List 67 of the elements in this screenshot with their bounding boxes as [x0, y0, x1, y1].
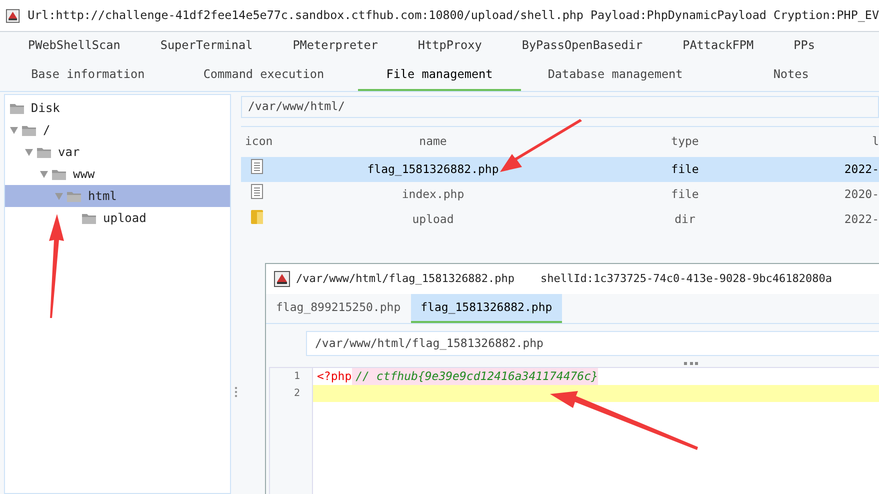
line-number: 1: [292, 370, 301, 384]
code-keyword: <?php: [317, 368, 352, 385]
column-header[interactable]: name: [301, 133, 565, 151]
plugin-tab[interactable]: PMeterpreter: [292, 37, 378, 55]
file-icon: [251, 159, 263, 174]
file-icon: [251, 184, 263, 200]
tree-item[interactable]: var: [5, 141, 230, 163]
tree-label: upload: [103, 210, 146, 227]
window-title: Url:http://challenge-41df2fee14e5e77c.sandbox.ctfhub.com:10800/upload/shell.php Payload:PhpDynamicPayload Cryption:PHP_EV: [28, 6, 879, 24]
path-field[interactable]: /var/www/html/: [241, 96, 879, 118]
table-cell-text: dir: [674, 210, 696, 228]
main-tab[interactable]: File management: [358, 60, 522, 91]
folder-icon: [9, 101, 25, 115]
plugin-tab[interactable]: PPs: [794, 37, 815, 55]
table-cell-text: 2022-: [843, 210, 879, 228]
table-cell-text: upload: [411, 210, 455, 228]
main-tab[interactable]: Notes: [709, 60, 873, 91]
ellipsis-icon[interactable]: [684, 362, 698, 366]
caret-icon[interactable]: [24, 147, 34, 157]
tree-label: var: [58, 144, 80, 161]
folder-icon: [81, 211, 97, 225]
table-cell-text: file: [670, 186, 700, 203]
shell-id: shellId:1c373725-74c0-413e-9028-9bc46182080a: [540, 270, 832, 287]
plugin-tab[interactable]: PWebShellScan: [28, 37, 120, 55]
tree-label: Disk: [31, 100, 60, 117]
folder-icon: [36, 145, 52, 159]
main-tab[interactable]: Database management: [533, 60, 698, 91]
column-header[interactable]: type: [565, 133, 805, 151]
plugin-tab[interactable]: SuperTerminal: [160, 37, 253, 55]
caret-icon[interactable]: [9, 125, 19, 135]
app-icon: [274, 271, 290, 287]
table-cell-text: 2020-: [843, 186, 879, 203]
editor-title: /var/www/html/flag_1581326882.php: [296, 270, 515, 287]
editor-tab[interactable]: flag_1581326882.php: [410, 294, 562, 323]
tree-label: www: [73, 166, 95, 183]
tree-item[interactable]: upload: [5, 207, 230, 229]
table-row[interactable]: index.php file 2020-: [241, 182, 879, 207]
editor-tab[interactable]: flag_899215250.php: [266, 294, 411, 323]
tree-item[interactable]: Disk: [5, 97, 230, 119]
caret-icon[interactable]: [54, 191, 64, 201]
main-tab[interactable]: Command execution: [182, 60, 346, 91]
table-cell-text: index.php: [400, 186, 466, 203]
folder-icon: [66, 189, 82, 203]
folder-icon: [51, 167, 67, 181]
plugin-tab[interactable]: ByPassOpenBasedir: [522, 37, 643, 55]
app-icon: [6, 8, 20, 24]
table-row[interactable]: upload dir 2022-: [241, 207, 879, 232]
column-header[interactable]: l: [805, 133, 879, 151]
folder-icon: [251, 208, 263, 225]
table-cell-text: file: [670, 160, 700, 178]
file-path-field[interactable]: /var/www/html/flag_1581326882.php: [306, 331, 879, 356]
plugin-tab[interactable]: HttpProxy: [418, 37, 482, 55]
tree-item[interactable]: /: [5, 119, 230, 141]
tree-item[interactable]: www: [5, 163, 230, 185]
tree-item[interactable]: html: [5, 185, 230, 207]
line-number: 2: [292, 387, 301, 401]
column-header[interactable]: icon: [241, 133, 301, 151]
table-cell-text: 2022-: [843, 160, 879, 178]
tree-label: html: [88, 188, 117, 205]
main-tab[interactable]: Base information: [6, 60, 170, 91]
plugin-tab[interactable]: PAttackFPM: [682, 37, 754, 55]
code-comment: // ctfhub{9e39e9cd12416a341174476c}: [352, 368, 598, 386]
table-cell-text: flag_1581326882.php: [366, 160, 500, 178]
folder-icon: [21, 123, 37, 137]
caret-icon[interactable]: [39, 169, 49, 179]
table-row[interactable]: flag_1581326882.php file 2022-: [241, 157, 879, 182]
tree-label: /: [43, 122, 50, 139]
